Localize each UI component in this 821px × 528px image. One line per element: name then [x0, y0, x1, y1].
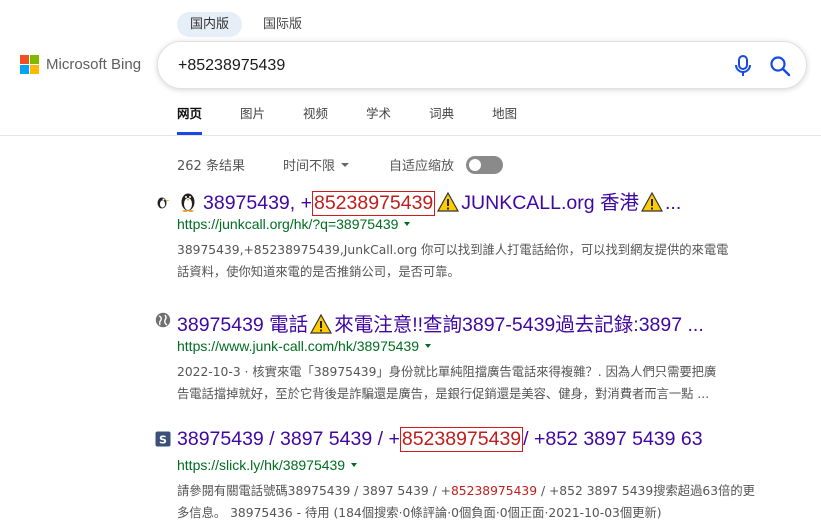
result-url-text: https://www.junk-call.com/hk/38975439 [177, 338, 420, 354]
result-url[interactable]: https://slick.ly/hk/38975439 [177, 457, 358, 473]
microphone-icon[interactable] [732, 54, 754, 78]
title-text: / +852 3897 5439 63 [523, 428, 703, 450]
nav-tabs: 网页 图片 视频 学术 词典 地图 [177, 105, 555, 135]
snippet-line: 話資料，使你知道來電的是否推銷公司，是否可靠。 [177, 265, 460, 279]
tab-maps[interactable]: 地图 [492, 105, 517, 135]
snippet-text: / +852 3897 5439搜索超過63倍的更 [537, 484, 755, 498]
slickly-favicon-icon: S [155, 431, 171, 447]
chevron-down-icon[interactable] [404, 222, 411, 226]
svg-text:S: S [159, 434, 167, 447]
title-text: 來電注意!!查詢3897-5439過去記錄:3897 ... [334, 314, 704, 336]
snippet-line: 多信息。 38975436 - 待用 (184個搜索·0條評論·0個負面·0個正… [177, 506, 662, 520]
adaptive-zoom-label: 自适应缩放 [388, 159, 454, 174]
region-tab-domestic[interactable]: 国内版 [177, 12, 243, 37]
snippet-line: 告電話擋掉就好，至於它背後是詐騙還是廣告，是銀行促銷還是美容、健身，對消費者而言… [177, 387, 710, 401]
penguin-favicon-icon [157, 197, 170, 209]
title-text: JUNKCALL.org 香港 [461, 192, 639, 214]
title-text: 38975439 電話 [177, 314, 309, 336]
result-snippet: 38975439,+85238975439,JunkCall.org 你可以找到… [177, 239, 787, 283]
snippet-text: 請參閱有關電話號碼38975439 / 3897 5439 / + [177, 484, 451, 498]
results-tools: 262 条结果 时间不限 自适应缩放 [177, 155, 503, 174]
adaptive-zoom: 自适应缩放 [389, 155, 503, 174]
title-text: 38975439, + [203, 192, 312, 214]
warning-icon [641, 192, 663, 212]
chevron-down-icon [340, 162, 349, 167]
time-filter-label: 时间不限 [282, 159, 335, 174]
penguin-emoji-icon [181, 193, 195, 212]
tab-academic[interactable]: 学术 [366, 105, 391, 135]
region-tabs: 国内版 国际版 [177, 12, 315, 37]
tab-dictionary[interactable]: 词典 [429, 105, 454, 135]
title-highlight: 85238975439 [311, 191, 436, 216]
result-url-text: https://slick.ly/hk/38975439 [177, 457, 346, 473]
microsoft-logo-icon [20, 55, 39, 74]
title-highlight: 85238975439 [399, 427, 524, 452]
title-text: 38975439 / 3897 5439 / + [177, 428, 400, 450]
globe-icon [155, 312, 171, 328]
result-url[interactable]: https://www.junk-call.com/hk/38975439 [177, 338, 432, 354]
toggle-knob [468, 158, 481, 171]
result-url-text: https://junkcall.org/hk/?q=38975439 [177, 216, 399, 232]
tab-videos[interactable]: 视频 [303, 105, 328, 135]
warning-icon [310, 314, 333, 334]
tab-web[interactable]: 网页 [177, 105, 203, 135]
result-title-link[interactable]: 38975439, +85238975439 JUNKCALL.org 香港 .… [177, 186, 681, 216]
snippet-highlight: 85238975439 [450, 484, 538, 498]
result-url[interactable]: https://junkcall.org/hk/?q=38975439 [177, 216, 411, 232]
search-icon[interactable] [768, 54, 792, 78]
search-input[interactable] [178, 54, 698, 78]
chevron-down-icon[interactable] [351, 463, 358, 467]
result-title-link[interactable]: 38975439 電話 來電注意!!查詢3897-5439過去記錄:3897 ..… [177, 308, 704, 337]
chevron-down-icon[interactable] [425, 344, 432, 348]
snippet-line: 38975439,+85238975439,JunkCall.org 你可以找到… [177, 243, 729, 257]
snippet-line: 2022-10-3 · 核實來電「38975439」身份就比單純阻擋廣告電話來得… [177, 365, 717, 379]
result-title-link[interactable]: 38975439 / 3897 5439 / +85238975439 / +8… [177, 427, 703, 452]
logo-text: Microsoft Bing [46, 56, 142, 73]
time-filter[interactable]: 时间不限 [283, 155, 349, 174]
bing-logo[interactable]: Microsoft Bing [20, 55, 141, 74]
warning-icon [437, 192, 460, 212]
title-text: ... [665, 192, 682, 214]
result-count: 262 条结果 [177, 159, 245, 174]
result-snippet: 請參閱有關電話號碼38975439 / 3897 5439 / +8523897… [177, 480, 787, 524]
header-divider [0, 135, 821, 136]
result-snippet: 2022-10-3 · 核實來電「38975439」身份就比單純阻擋廣告電話來得… [177, 361, 787, 405]
tab-images[interactable]: 图片 [240, 105, 265, 135]
region-tab-international[interactable]: 国际版 [250, 12, 315, 37]
snippet-line: 請參閱有關電話號碼38975439 / 3897 5439 / +8523897… [177, 480, 787, 502]
adaptive-zoom-toggle[interactable] [465, 155, 503, 174]
search-box [157, 41, 807, 89]
